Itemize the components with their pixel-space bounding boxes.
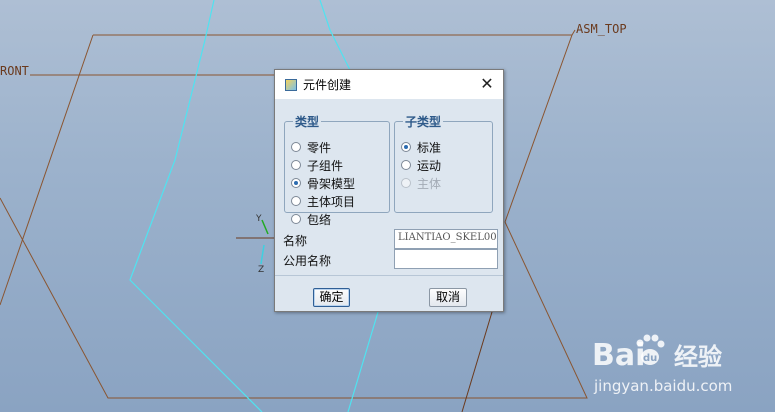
close-icon[interactable]: ✕ — [477, 74, 497, 94]
datum-right-upper-line — [571, 29, 576, 36]
radio-part[interactable] — [291, 142, 301, 152]
dialog-body: 类型 零件 子组件 骨架模型 主体项目 包络 子类型 标准 运动 主体 名称 L… — [275, 99, 503, 311]
type-option-part[interactable]: 零件 — [291, 138, 331, 156]
subtype-option-motion[interactable]: 运动 — [401, 156, 441, 174]
subtype-group-legend: 子类型 — [405, 115, 442, 129]
watermark-du-text: du — [643, 353, 657, 364]
axis-z — [260, 244, 265, 265]
sketch-edge-left — [129, 0, 263, 412]
radio-bulk-item[interactable] — [291, 196, 301, 206]
axis-y — [261, 219, 269, 235]
sketch-edge-bottom — [347, 311, 379, 412]
common-name-label: 公用名称 — [283, 254, 332, 268]
radio-subassembly[interactable] — [291, 160, 301, 170]
subtype-group: 子类型 标准 运动 主体 — [394, 113, 493, 213]
radio-envelope[interactable] — [291, 214, 301, 224]
type-option-subassembly[interactable]: 子组件 — [291, 156, 343, 174]
datum-top-label: ASM_TOP — [576, 22, 627, 36]
radio-motion[interactable] — [401, 160, 411, 170]
dialog-title: 元件创建 — [303, 78, 352, 92]
component-create-dialog: 元件创建 ✕ 类型 零件 子组件 骨架模型 主体项目 包络 子类型 标准 运动 … — [274, 69, 504, 312]
sketch-edge-right-dark — [461, 311, 493, 412]
watermark-brand-tail: 经验 — [674, 343, 722, 371]
name-label: 名称 — [283, 234, 308, 248]
subtype-option-standard[interactable]: 标准 — [401, 138, 441, 156]
cancel-button[interactable]: 取消 — [429, 288, 467, 307]
type-option-bulk-item[interactable]: 主体项目 — [291, 192, 355, 210]
name-input[interactable]: LIANTIAO_SKEL000 — [394, 229, 498, 249]
type-group: 类型 零件 子组件 骨架模型 主体项目 包络 — [284, 113, 390, 227]
app-window-icon — [285, 78, 297, 91]
common-name-input[interactable] — [394, 249, 498, 269]
dialog-title-bar[interactable]: 元件创建 ✕ — [275, 70, 503, 99]
type-option-envelope[interactable]: 包络 — [291, 210, 331, 228]
type-option-skeleton[interactable]: 骨架模型 — [291, 174, 355, 192]
watermark-url: jingyan.baidu.com — [593, 377, 732, 395]
radio-body-disabled — [401, 178, 411, 188]
button-separator — [275, 275, 503, 276]
baidu-watermark: Bai du 经验 jingyan.baidu.com — [592, 334, 732, 395]
datum-front-label: RONT — [0, 64, 29, 78]
type-group-legend: 类型 — [295, 115, 320, 129]
subtype-option-body-disabled: 主体 — [401, 174, 441, 192]
radio-standard-selected[interactable] — [401, 142, 411, 152]
axis-z-label: Z — [258, 265, 264, 275]
axis-y-label: Y — [255, 214, 262, 224]
ok-button[interactable]: 确定 — [313, 288, 350, 307]
radio-skeleton-selected[interactable] — [291, 178, 301, 188]
